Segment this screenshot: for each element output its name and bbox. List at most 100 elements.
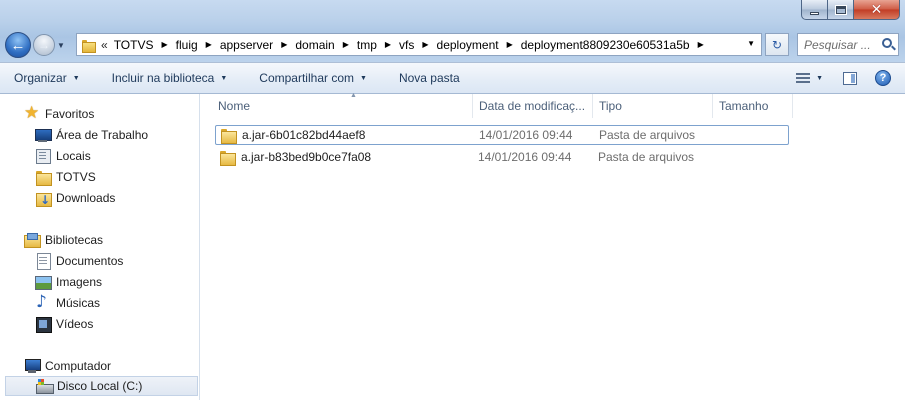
breadcrumb-domain[interactable]: domain bbox=[295, 38, 334, 52]
folder-icon bbox=[219, 149, 236, 166]
nav-item-label: Músicas bbox=[56, 296, 101, 310]
new-folder-button[interactable]: Nova pasta bbox=[399, 71, 460, 85]
search-box[interactable] bbox=[797, 33, 899, 56]
file-name: a.jar-6b01c82bd44aef8 bbox=[242, 128, 366, 142]
nav-item-label: Locais bbox=[56, 149, 91, 163]
refresh-icon: ↻ bbox=[771, 37, 783, 52]
address-bar[interactable]: « TOTVS ▶ fluig ▶ appserver ▶ domain ▶ t… bbox=[76, 33, 762, 56]
nav-item-totvs[interactable]: TOTVS bbox=[35, 167, 96, 187]
column-header-label: Nome bbox=[218, 99, 251, 113]
file-name: a.jar-b83bed9b0ce7fa08 bbox=[241, 150, 372, 164]
forward-button[interactable]: → bbox=[33, 34, 55, 56]
nav-item-label: Imagens bbox=[56, 275, 103, 289]
more-views-chevron-icon[interactable]: ▼ bbox=[816, 75, 823, 82]
close-button[interactable]: ✕ bbox=[854, 0, 900, 20]
help-icon[interactable]: ? bbox=[875, 70, 891, 86]
breadcrumb-appserver[interactable]: appserver bbox=[220, 38, 273, 52]
address-overflow-chevron[interactable]: « bbox=[101, 38, 108, 52]
nav-item-documents[interactable]: Documentos bbox=[35, 251, 123, 271]
computer-icon bbox=[24, 358, 41, 374]
file-row[interactable]: a.jar-6b01c82bd44aef8 14/01/2016 09:44 P… bbox=[215, 125, 789, 145]
file-row[interactable]: a.jar-b83bed9b0ce7fa08 14/01/2016 09:44 … bbox=[215, 147, 789, 167]
breadcrumb-deployment[interactable]: deployment bbox=[437, 38, 499, 52]
column-header-size[interactable]: Tamanho bbox=[713, 94, 793, 118]
nav-favorites[interactable]: Favoritos bbox=[24, 103, 94, 124]
nav-computer[interactable]: Computador bbox=[24, 356, 111, 376]
chevron-down-icon: ▼ bbox=[57, 40, 65, 50]
file-list-view: Nome ▲ Data de modificaç... Tipo Tamanho… bbox=[201, 92, 905, 400]
arrow-left-icon: ← bbox=[10, 36, 26, 54]
column-header-type[interactable]: Tipo bbox=[593, 94, 713, 118]
file-type: Pasta de arquivos bbox=[599, 128, 696, 142]
folder-icon bbox=[81, 38, 96, 53]
nav-item-music[interactable]: Músicas bbox=[35, 292, 101, 313]
column-headers: Nome ▲ Data de modificaç... Tipo Tamanho bbox=[201, 92, 905, 118]
local-disk-icon bbox=[36, 378, 54, 394]
navigation-buttons: ← → ▼ bbox=[5, 31, 69, 59]
breadcrumb-separator-icon[interactable]: ▶ bbox=[507, 40, 513, 49]
nav-item-label: TOTVS bbox=[56, 170, 96, 184]
breadcrumb-separator-icon[interactable]: ▶ bbox=[281, 40, 287, 49]
breadcrumb-totvs[interactable]: TOTVS bbox=[114, 38, 154, 52]
file-date-modified: 14/01/2016 09:44 bbox=[478, 150, 572, 164]
refresh-button[interactable]: ↻ bbox=[765, 33, 789, 56]
nav-item-places[interactable]: Locais bbox=[35, 146, 91, 166]
window-controls: ✕ bbox=[801, 0, 900, 20]
include-in-library-button[interactable]: Incluir na biblioteca ▼ bbox=[112, 71, 228, 85]
breadcrumb-separator-icon[interactable]: ▶ bbox=[343, 40, 349, 49]
breadcrumb-fluig[interactable]: fluig bbox=[176, 38, 198, 52]
window-frame: ✕ ← → ▼ « TOTVS ▶ fluig ▶ appserver ▶ do… bbox=[0, 0, 905, 62]
search-icon[interactable] bbox=[882, 38, 892, 48]
preview-pane-icon[interactable] bbox=[843, 71, 857, 85]
chevron-down-icon: ▼ bbox=[360, 74, 367, 82]
nav-item-downloads[interactable]: Downloads bbox=[35, 188, 115, 208]
music-icon bbox=[35, 292, 51, 312]
minimize-button[interactable] bbox=[801, 0, 828, 20]
breadcrumb-separator-icon[interactable]: ▶ bbox=[422, 40, 428, 49]
nav-item-local-disk[interactable]: Disco Local (C:) bbox=[5, 376, 198, 396]
organize-label: Organizar bbox=[14, 71, 67, 85]
videos-icon bbox=[35, 316, 52, 333]
breadcrumb-separator-icon[interactable]: ▶ bbox=[385, 40, 391, 49]
folder-icon bbox=[35, 169, 52, 186]
column-header-name[interactable]: Nome ▲ bbox=[212, 92, 473, 118]
nav-item-label: Downloads bbox=[56, 191, 116, 205]
search-input[interactable] bbox=[804, 37, 874, 52]
sort-ascending-icon: ▲ bbox=[350, 92, 357, 99]
nav-item-label: Área de Trabalho bbox=[56, 128, 149, 142]
maximize-button[interactable] bbox=[828, 0, 854, 20]
breadcrumb-separator-icon[interactable]: ▶ bbox=[161, 40, 167, 49]
pictures-icon bbox=[35, 274, 52, 290]
nav-item-label: Disco Local (C:) bbox=[57, 379, 143, 393]
nav-item-label: Vídeos bbox=[56, 317, 94, 331]
close-icon: ✕ bbox=[870, 1, 883, 18]
breadcrumb-vfs[interactable]: vfs bbox=[399, 38, 414, 52]
breadcrumb-separator-icon[interactable]: ▶ bbox=[698, 40, 704, 49]
command-bar-right: ▼ ? bbox=[796, 63, 905, 93]
desktop-icon bbox=[35, 127, 52, 143]
file-type: Pasta de arquivos bbox=[598, 150, 695, 164]
change-view-icon[interactable] bbox=[796, 73, 811, 83]
organize-menu-button[interactable]: Organizar ▼ bbox=[14, 71, 80, 85]
star-icon bbox=[24, 103, 40, 123]
breadcrumb-current-folder[interactable]: deployment8809230e60531a5b bbox=[521, 38, 690, 52]
libraries-icon bbox=[24, 232, 41, 248]
breadcrumb-separator-icon[interactable]: ▶ bbox=[206, 40, 212, 49]
downloads-icon bbox=[35, 190, 52, 207]
nav-item-desktop[interactable]: Área de Trabalho bbox=[35, 125, 148, 145]
file-date-modified: 14/01/2016 09:44 bbox=[479, 128, 573, 142]
nav-libraries-label: Bibliotecas bbox=[45, 233, 104, 247]
nav-computer-label: Computador bbox=[45, 359, 112, 373]
breadcrumb-tmp[interactable]: tmp bbox=[357, 38, 377, 52]
back-button[interactable]: ← bbox=[5, 32, 31, 58]
column-header-label: Tamanho bbox=[719, 99, 769, 113]
column-header-date[interactable]: Data de modificaç... bbox=[473, 94, 593, 118]
nav-item-videos[interactable]: Vídeos bbox=[35, 314, 93, 334]
column-header-label: Tipo bbox=[599, 99, 622, 113]
recent-pages-dropdown[interactable]: ▼ bbox=[57, 41, 69, 50]
nav-item-pictures[interactable]: Imagens bbox=[35, 272, 102, 292]
share-with-button[interactable]: Compartilhar com ▼ bbox=[259, 71, 367, 85]
nav-libraries[interactable]: Bibliotecas bbox=[24, 230, 103, 250]
address-history-dropdown-icon[interactable]: ▼ bbox=[747, 39, 755, 48]
minimize-icon bbox=[810, 11, 819, 15]
